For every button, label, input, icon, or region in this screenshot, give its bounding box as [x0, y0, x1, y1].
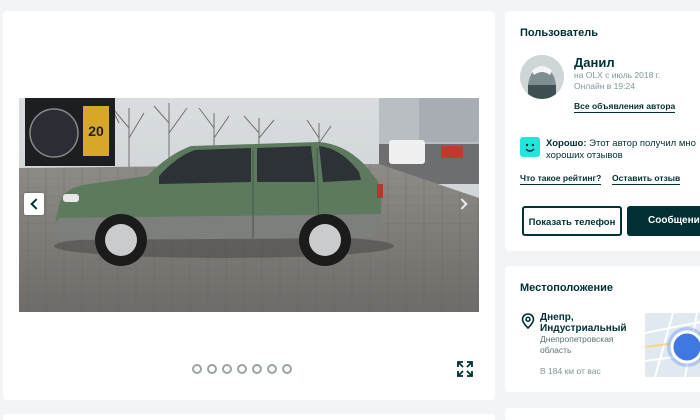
rating-summary: Хорошо: Этот автор получил мно	[546, 137, 700, 150]
pagination-dot[interactable]	[252, 364, 262, 374]
pagination-dot[interactable]	[192, 364, 202, 374]
message-button[interactable]: Сообщени	[627, 206, 700, 236]
pagination-dot[interactable]	[237, 364, 247, 374]
user-avatar-icon	[520, 55, 564, 99]
listing-photo[interactable]: 20	[19, 98, 479, 312]
rating-description-line2: хороших отзывов	[546, 150, 623, 161]
next-photo-button[interactable]	[453, 193, 473, 215]
avatar	[520, 55, 564, 99]
pagination-dot[interactable]	[267, 364, 277, 374]
side-card	[505, 408, 700, 420]
svg-text:20: 20	[88, 123, 104, 139]
pagination-dot[interactable]	[207, 364, 217, 374]
leave-review-link[interactable]: Оставить отзыв	[612, 173, 681, 185]
chevron-left-icon	[29, 198, 42, 210]
pagination-dot[interactable]	[282, 364, 292, 374]
location-distance: В 184 км от вас	[540, 366, 601, 376]
rating-description: Этот автор получил мно	[589, 138, 696, 149]
what-is-rating-link[interactable]: Что такое рейтинг?	[520, 173, 602, 185]
seller-section-title: Пользователь	[520, 27, 599, 39]
description-card	[3, 414, 495, 420]
photo-pagination	[192, 364, 292, 374]
location-section-title: Местоположение	[520, 282, 614, 294]
location-card: Местоположение Днепр, Индустриальный Дне…	[505, 266, 700, 392]
all-seller-ads-link[interactable]: Все объявления автора	[574, 101, 676, 113]
location-region: Днепропетровская область	[540, 334, 614, 355]
seller-name: Данил	[574, 55, 615, 70]
seller-card: Пользователь Данил на OLX с июль 2018 г.…	[505, 11, 700, 251]
last-online: Онлайн в 19:24	[574, 81, 635, 91]
photo-gallery: 20	[3, 11, 495, 400]
chevron-right-icon	[455, 198, 468, 210]
smile-icon	[520, 137, 540, 157]
previous-photo-button[interactable]	[24, 193, 44, 215]
show-phone-button[interactable]: Показать телефон	[522, 206, 622, 236]
fullscreen-button[interactable]	[455, 359, 475, 379]
location-city: Днепр, Индустриальный	[540, 312, 627, 334]
pagination-dot[interactable]	[222, 364, 232, 374]
member-since: на OLX с июль 2018 г.	[574, 70, 661, 80]
rating-level: Хорошо:	[546, 138, 587, 149]
map-thumbnail[interactable]	[645, 313, 700, 377]
expand-icon	[457, 361, 473, 377]
map-pin-icon	[521, 313, 535, 330]
